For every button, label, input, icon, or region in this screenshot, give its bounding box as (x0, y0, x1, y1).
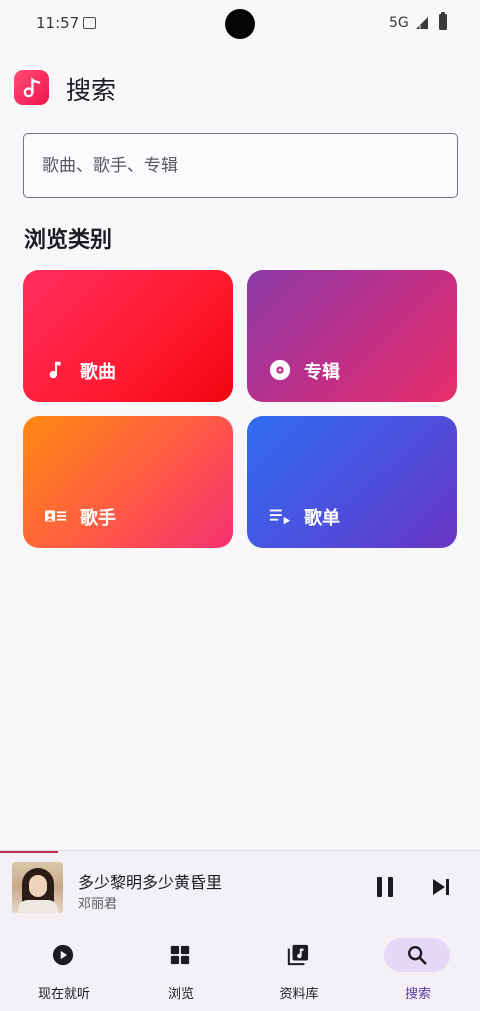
skip-next-icon (433, 879, 445, 895)
category-card-artists[interactable]: 歌手 (23, 416, 233, 548)
pause-icon (377, 877, 382, 897)
search-input[interactable] (24, 134, 457, 197)
nav-item-listen-now[interactable]: 现在就听 (4, 926, 124, 1011)
search-icon (408, 946, 427, 965)
nav-item-library[interactable]: 资料库 (239, 926, 359, 1011)
track-title: 多少黎明多少黄昏里 (78, 873, 223, 892)
status-bar: 11:57 5G (0, 0, 480, 48)
network-type: 5G (389, 15, 409, 31)
category-card-songs[interactable]: 歌曲 (23, 270, 233, 402)
nav-item-browse[interactable]: 浏览 (121, 926, 241, 1011)
category-card-playlists[interactable]: 歌单 (247, 416, 457, 548)
artist-card-icon (45, 510, 67, 522)
music-note-app-logo-icon (23, 77, 41, 98)
mini-player[interactable] (0, 850, 480, 926)
music-note-icon (49, 361, 61, 379)
category-card-albums[interactable]: 专辑 (247, 270, 457, 402)
camera-cutout (225, 9, 255, 39)
search-field[interactable] (23, 133, 458, 198)
status-time: 11:57 (36, 14, 80, 32)
album-art (12, 862, 63, 913)
category-label: 歌曲 (80, 362, 116, 383)
play-circle-icon (52, 944, 74, 966)
nav-label: 搜索 (404, 987, 431, 1002)
bottom-navigation: 现在就听 浏览 资料库 搜索 (0, 926, 480, 1011)
page-title: 搜索 (66, 76, 117, 105)
battery-icon (439, 12, 447, 30)
pause-button[interactable] (372, 874, 398, 900)
category-label: 歌手 (80, 508, 116, 529)
playlist-icon (269, 509, 291, 525)
nav-item-search[interactable]: 搜索 (358, 926, 478, 1011)
nav-label: 现在就听 (37, 987, 90, 1002)
signal-icon (416, 17, 428, 29)
track-artist: 邓丽君 (78, 897, 118, 912)
playback-progress (0, 851, 58, 853)
album-disc-icon (269, 359, 291, 381)
screen-record-icon (83, 17, 96, 29)
grid-icon (170, 945, 190, 965)
skip-next-button[interactable] (430, 876, 452, 898)
search-screen: 11:57 5G 搜索 浏览类别 歌曲 专辑 (0, 0, 480, 1011)
nav-label: 资料库 (279, 987, 319, 1002)
section-title-browse: 浏览类别 (24, 228, 113, 253)
category-label: 专辑 (304, 362, 340, 383)
nav-label: 浏览 (167, 987, 194, 1002)
app-logo (14, 70, 49, 105)
category-label: 歌单 (304, 508, 340, 529)
library-music-icon (287, 944, 309, 966)
